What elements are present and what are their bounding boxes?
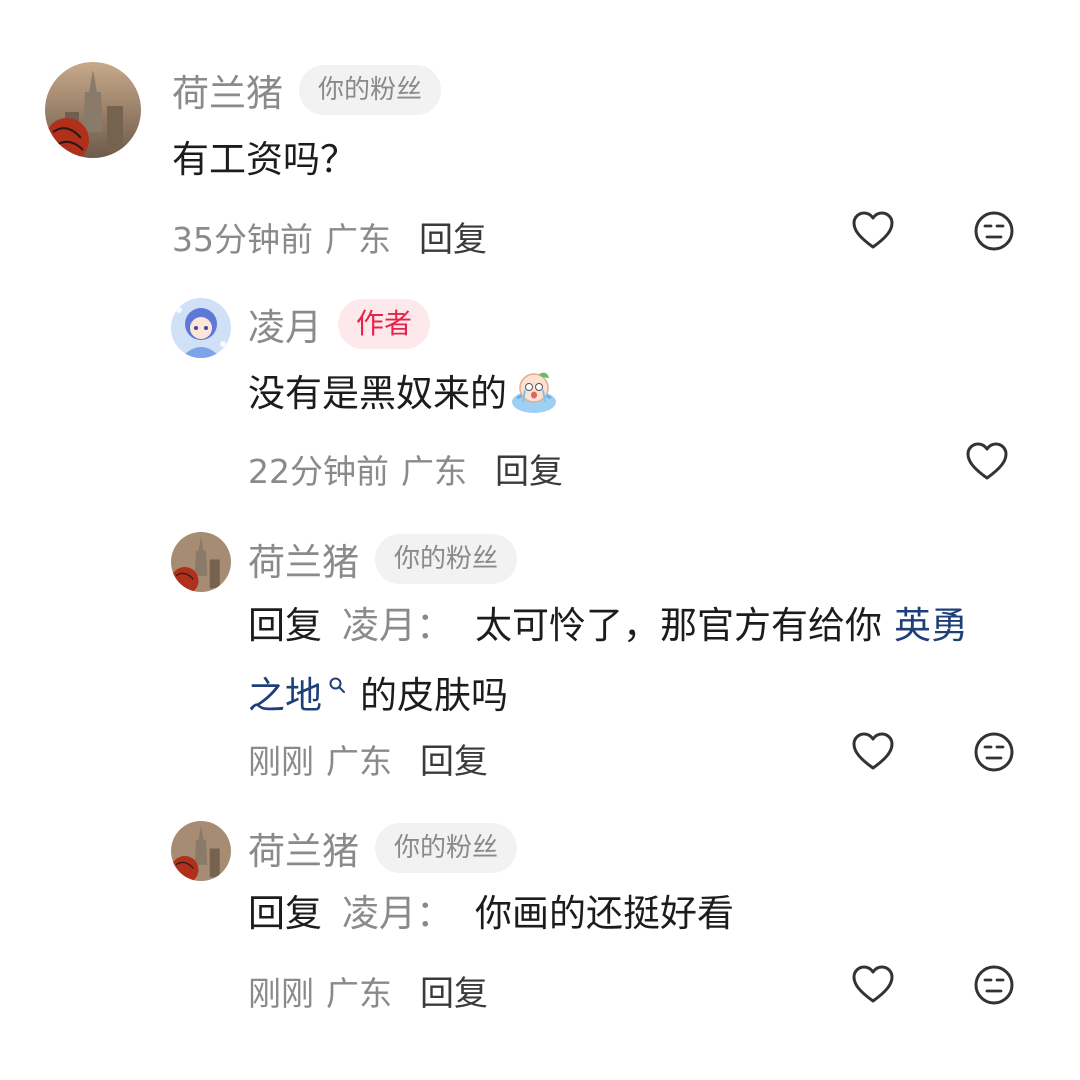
avatar[interactable] (171, 298, 231, 358)
comment-text-line-1: 回复 凌月： 太可怜了，那官方有给你 英勇 (248, 598, 968, 654)
reply-button[interactable]: 回复 (495, 444, 563, 493)
avatar[interactable] (171, 532, 231, 592)
comment-text-row: 回复 凌月： 你画的还挺好看 (248, 886, 734, 942)
comment-text: 你画的还挺好看 (475, 892, 734, 935)
region: 广东 (326, 973, 392, 1013)
comment-text-row: 没有是黑奴来的 (248, 366, 559, 422)
colon: ： (416, 604, 453, 647)
region: 广东 (401, 451, 467, 491)
comment-text: 有工资吗？ (172, 138, 357, 181)
search-link[interactable]: 之地 (248, 674, 322, 717)
reply-target-user[interactable]: 凌月 (342, 604, 416, 647)
reply-target-user[interactable]: 凌月 (342, 892, 416, 935)
avatar-image (171, 532, 231, 592)
avatar-image (171, 298, 231, 358)
avatar-image (45, 62, 141, 158)
fan-badge: 你的粉丝 (375, 534, 518, 584)
reply-button[interactable]: 回复 (419, 212, 487, 261)
username[interactable]: 荷兰猪 (248, 532, 359, 586)
fan-badge: 你的粉丝 (375, 823, 518, 873)
timestamp: 22分钟前 (248, 451, 389, 491)
avatar[interactable] (171, 821, 231, 881)
region: 广东 (325, 219, 391, 259)
meh-face-icon[interactable] (972, 730, 1016, 774)
reply-prefix: 回复 (248, 604, 322, 647)
username[interactable]: 荷兰猪 (172, 63, 283, 117)
reply-button[interactable]: 回复 (420, 966, 488, 1015)
heart-icon[interactable] (965, 440, 1009, 484)
meh-face-icon[interactable] (972, 209, 1016, 253)
timestamp: 刚刚 (248, 741, 314, 781)
reply-button[interactable]: 回复 (420, 734, 488, 783)
comment-text: 太可怜了，那官方有给你 (475, 604, 882, 647)
search-link[interactable]: 英勇 (894, 604, 968, 647)
comment-text-line-2: 之地 的皮肤吗 (248, 654, 508, 724)
author-badge: 作者 (338, 299, 431, 349)
meh-face-icon[interactable] (972, 963, 1016, 1007)
heart-icon[interactable] (851, 730, 895, 774)
timestamp: 刚刚 (248, 973, 314, 1013)
reply-prefix: 回复 (248, 892, 322, 935)
avatar-image (171, 821, 231, 881)
heart-icon[interactable] (851, 209, 895, 253)
avatar[interactable] (45, 62, 141, 158)
comment-text: 没有是黑奴来的 (248, 372, 507, 415)
fan-badge: 你的粉丝 (299, 65, 442, 115)
heart-icon[interactable] (851, 963, 895, 1007)
crying-peach-emoji-icon (509, 368, 559, 414)
region: 广东 (326, 741, 392, 781)
username[interactable]: 凌月 (248, 297, 322, 351)
comment-text: 的皮肤吗 (360, 674, 508, 717)
search-icon[interactable] (328, 654, 346, 693)
colon: ： (416, 892, 453, 935)
timestamp: 35分钟前 (172, 219, 313, 259)
username[interactable]: 荷兰猪 (248, 821, 359, 875)
